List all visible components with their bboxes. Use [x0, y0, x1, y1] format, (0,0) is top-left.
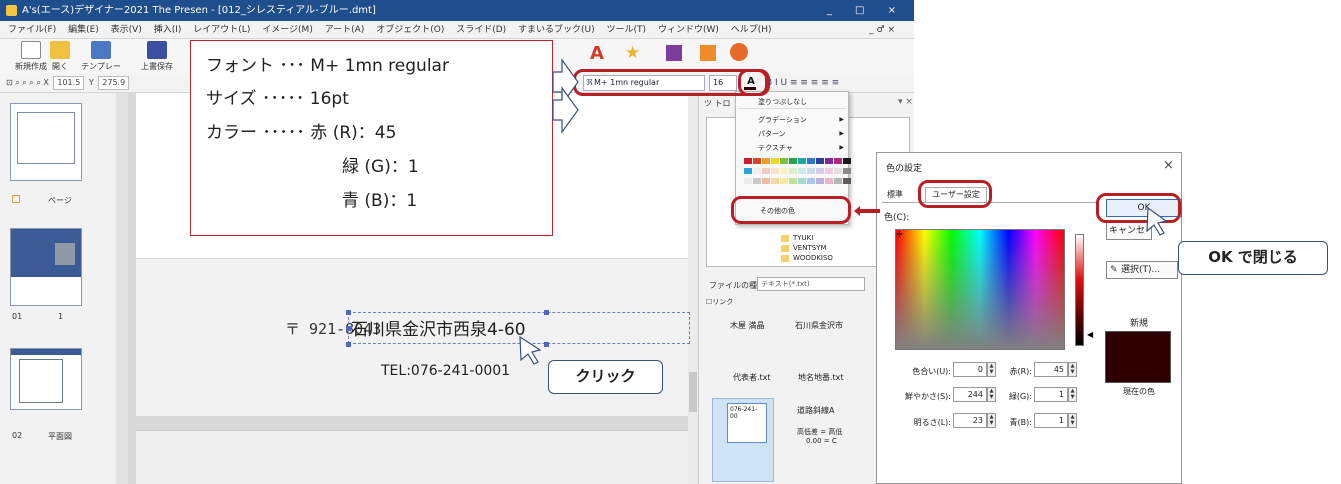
pointer-arrow-icon: [552, 86, 579, 134]
close-ok-bubble: OK で閉じる: [1178, 241, 1328, 275]
annotation-overlay: [519, 58, 1168, 365]
click-bubble: クリック: [548, 360, 663, 394]
cursor-icon: [519, 335, 542, 365]
cursor-icon: [1146, 206, 1168, 236]
